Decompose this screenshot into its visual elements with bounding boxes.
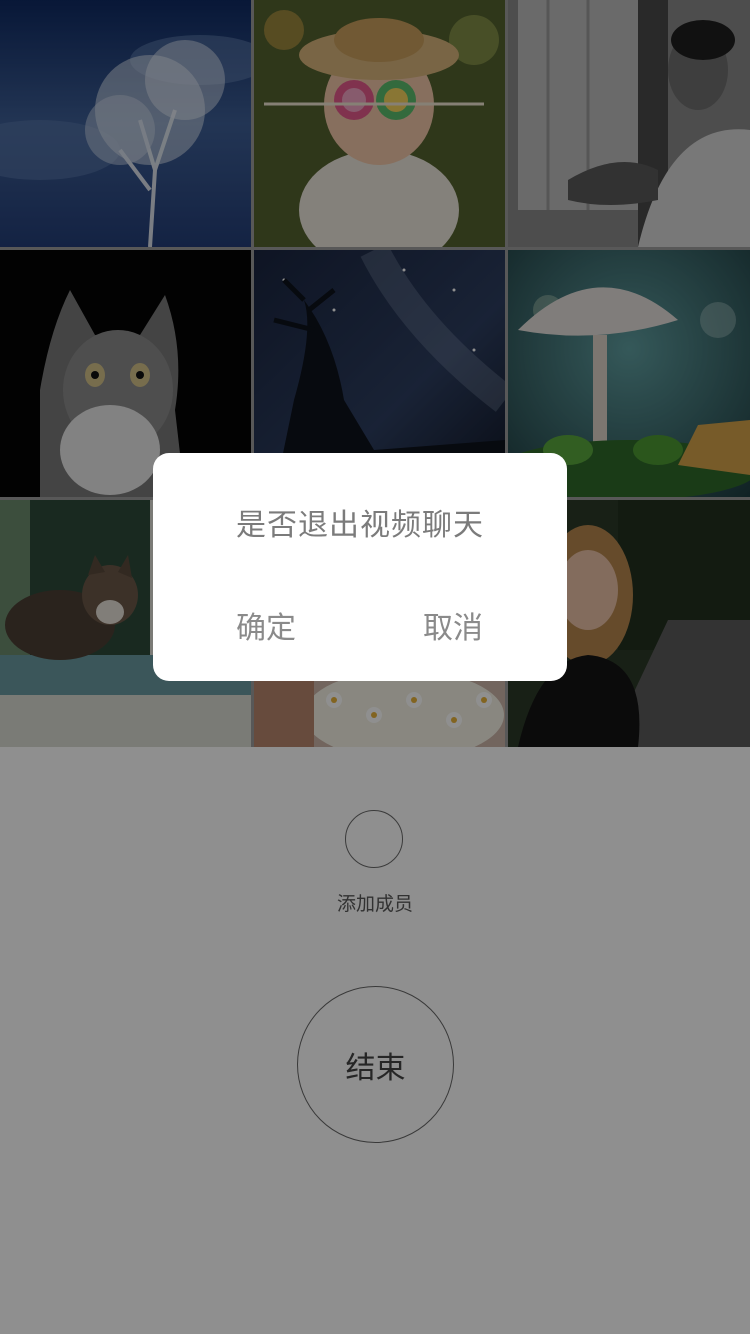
exit-video-chat-dialog: 是否退出视频聊天 确定 取消 bbox=[153, 453, 567, 681]
dialog-message: 是否退出视频聊天 bbox=[236, 508, 484, 543]
video-chat-screen: 添加成员 结束 是否退出视频聊天 确定 取消 bbox=[0, 0, 750, 1334]
confirm-button[interactable]: 确定 bbox=[201, 603, 331, 647]
cancel-button[interactable]: 取消 bbox=[388, 603, 518, 647]
